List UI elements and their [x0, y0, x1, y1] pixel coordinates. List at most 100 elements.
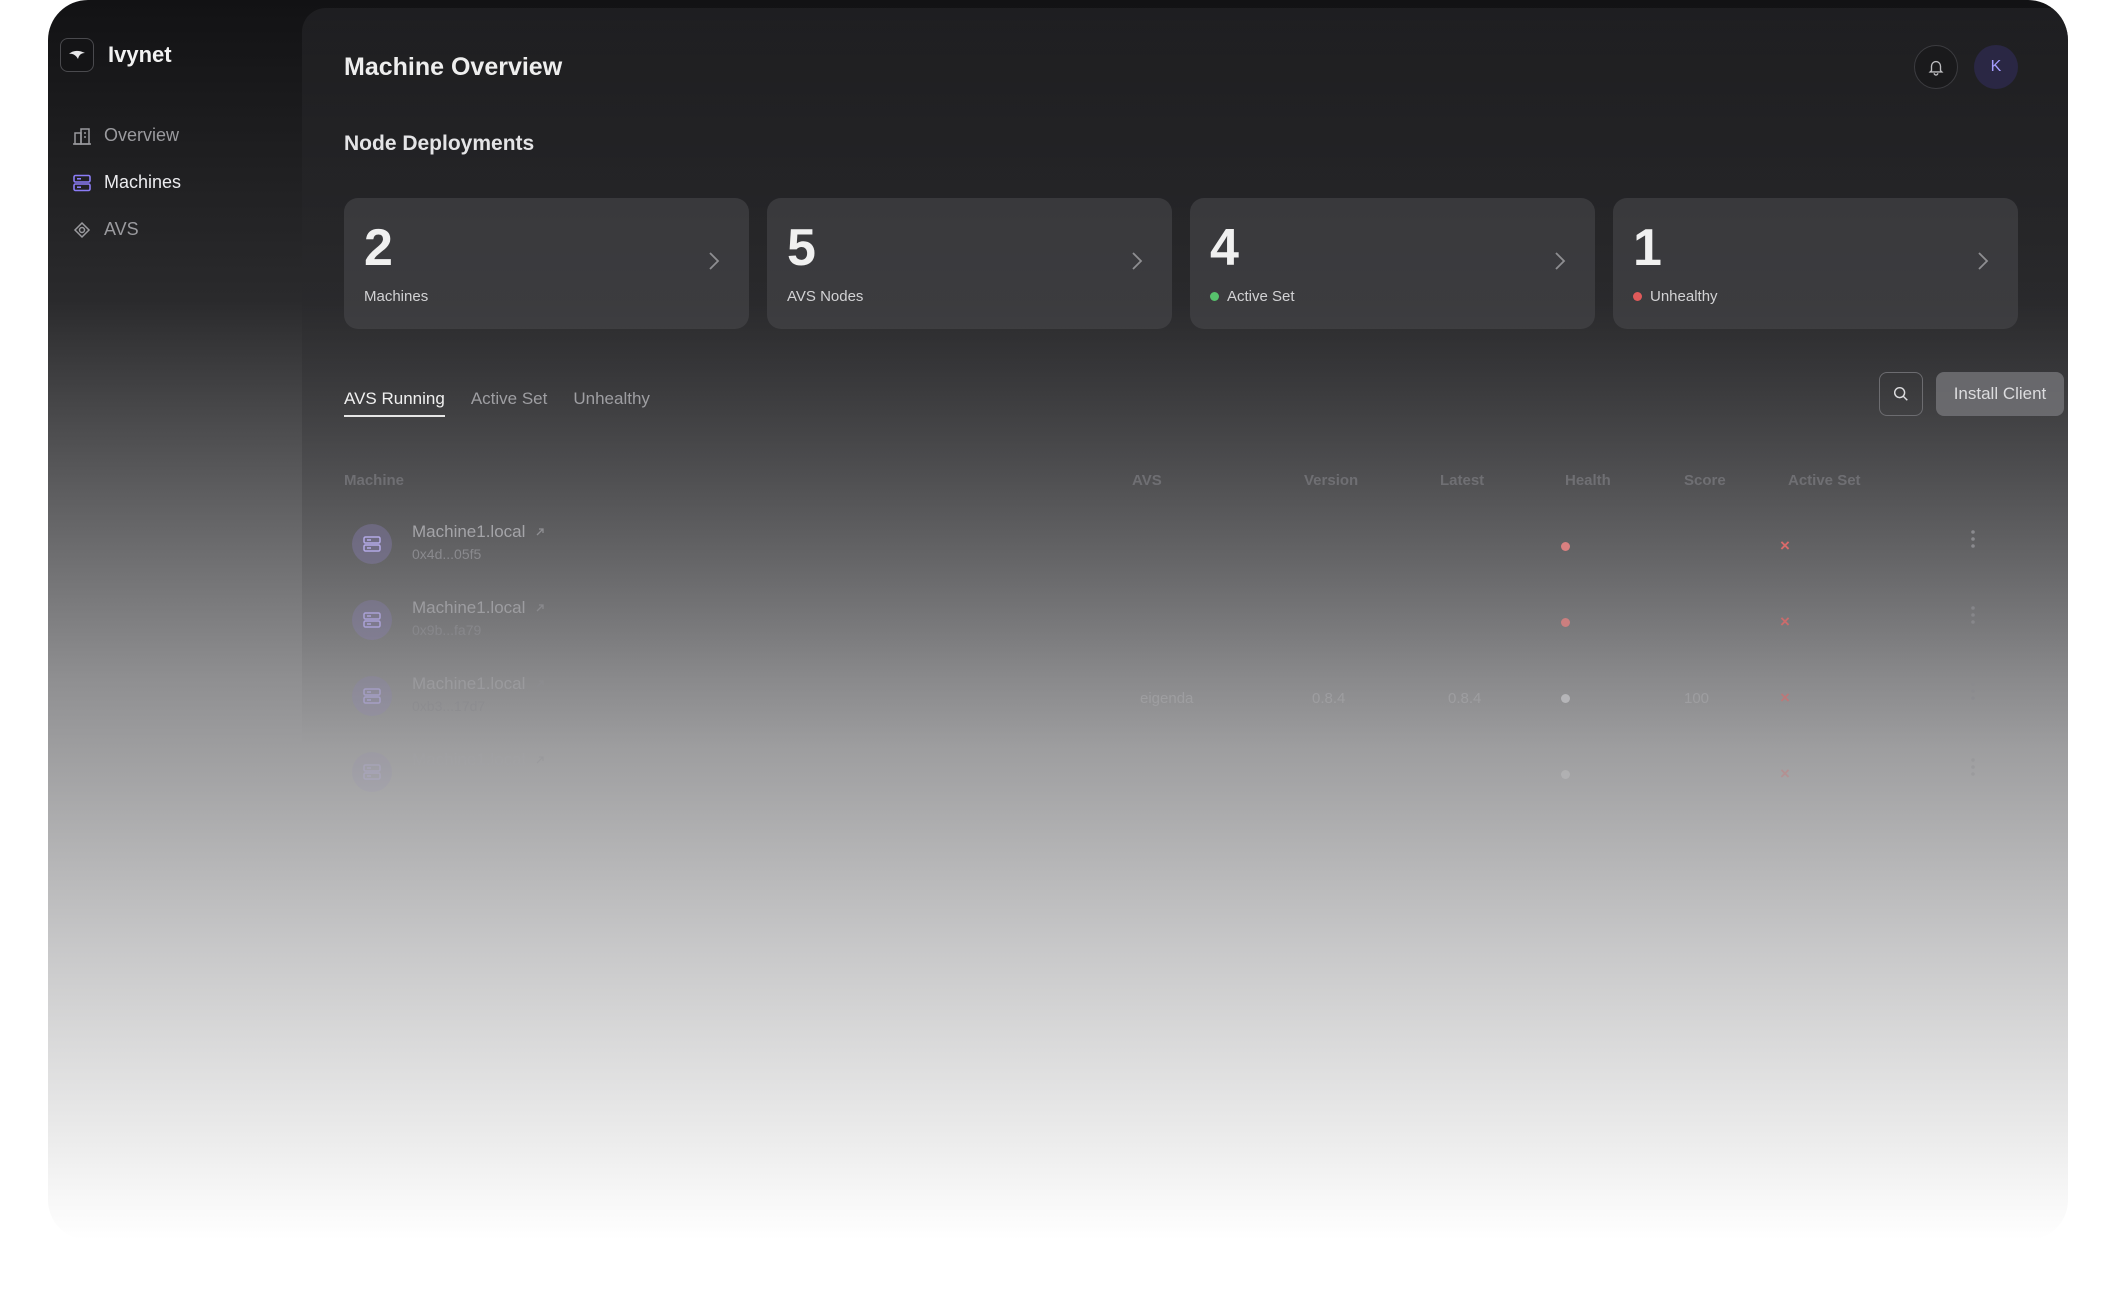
- sidebar-item-avs[interactable]: AVS: [72, 206, 282, 253]
- active-set-x-icon: ×: [1780, 536, 1790, 555]
- server-icon: [363, 764, 381, 780]
- external-link-icon: [536, 604, 545, 612]
- main-content: Machine Overview K Node Deployments 2 Ma…: [302, 8, 2068, 1240]
- chevron-right-icon: [1978, 252, 1989, 270]
- avs-icon: [73, 221, 91, 238]
- tab-unhealthy[interactable]: Unhealthy: [573, 389, 650, 417]
- stat-value: 1: [1633, 219, 1662, 277]
- sidebar-item-label: AVS: [104, 219, 139, 239]
- stat-value: 2: [364, 219, 393, 277]
- table-row[interactable]: Machine1.local 0x4d...05f5 ×: [344, 514, 2068, 590]
- more-options-icon[interactable]: [1970, 604, 1976, 626]
- stat-label-text: Machines: [364, 288, 429, 305]
- stat-label-text: Unhealthy: [1650, 288, 1718, 305]
- active-set-x-icon: ×: [1780, 764, 1790, 783]
- machine-name: Machine1.local: [412, 750, 526, 769]
- status-dot-red: [1633, 292, 1642, 301]
- stat-card-machines[interactable]: 2 Machines: [344, 198, 749, 329]
- app-window: Ivynet Overview Machines AVS Machine Ove…: [48, 0, 2068, 1240]
- bell-icon: [1928, 60, 1944, 76]
- server-icon: [363, 688, 381, 704]
- status-dot-green: [1210, 292, 1219, 301]
- active-set-x-icon: ×: [1780, 612, 1790, 631]
- machine-name: Machine1.local: [412, 522, 526, 541]
- table-row[interactable]: Machine1.local 0x9b...fa79 ×: [344, 590, 2068, 666]
- external-link-icon: [536, 528, 545, 536]
- table-row[interactable]: Machine1.local 0xb3...17d7 eigenda 0.8.4…: [344, 666, 2068, 742]
- brand[interactable]: Ivynet: [60, 38, 172, 72]
- health-status-dot: [1561, 694, 1570, 703]
- column-header-machine[interactable]: Machine: [344, 472, 404, 489]
- search-button[interactable]: [1879, 372, 1923, 416]
- stat-card-unhealthy[interactable]: 1 Unhealthy: [1613, 198, 2018, 329]
- stat-label-text: Active Set: [1227, 288, 1295, 305]
- tab-avs-running[interactable]: AVS Running: [344, 389, 445, 417]
- stats-row: 2 Machines 5 AVS Nodes 4 Active Set 1 Un…: [344, 198, 2018, 329]
- notifications-button[interactable]: [1914, 45, 1958, 89]
- health-status-dot: [1561, 770, 1570, 779]
- building-icon: [73, 127, 91, 145]
- machine-avatar: [352, 676, 392, 716]
- more-options-icon[interactable]: [1970, 756, 1976, 778]
- machine-name-link[interactable]: Machine1.local: [412, 674, 545, 694]
- column-header-score[interactable]: Score: [1684, 472, 1726, 489]
- external-link-icon: [536, 756, 545, 764]
- machine-address: 0xb3...17d7: [412, 698, 486, 714]
- column-header-version[interactable]: Version: [1304, 472, 1358, 489]
- external-link-icon: [536, 680, 545, 688]
- stat-value: 5: [787, 219, 816, 277]
- machine-name: Machine1.local: [412, 598, 526, 617]
- tabs: AVS Running Active Set Unhealthy: [344, 389, 650, 417]
- tab-active-set[interactable]: Active Set: [471, 389, 548, 417]
- stat-label: Active Set: [1210, 288, 1295, 305]
- server-icon: [73, 174, 91, 191]
- table-row[interactable]: Machine1.local ×: [344, 742, 2068, 818]
- machine-name-link[interactable]: Machine1.local: [412, 598, 545, 618]
- avatar[interactable]: K: [1974, 45, 2018, 89]
- health-status-dot: [1561, 618, 1570, 627]
- column-header-avs[interactable]: AVS: [1132, 472, 1162, 489]
- machine-avatar: [352, 524, 392, 564]
- sidebar: Ivynet Overview Machines AVS: [48, 0, 302, 1240]
- sidebar-item-overview[interactable]: Overview: [72, 112, 282, 159]
- sidebar-nav: Overview Machines AVS: [72, 112, 282, 253]
- chevron-right-icon: [709, 252, 720, 270]
- latest-cell: 0.8.4: [1448, 690, 1482, 707]
- avs-cell: eigenda: [1140, 690, 1194, 707]
- machine-avatar: [352, 600, 392, 640]
- stat-value: 4: [1210, 219, 1239, 277]
- score-cell: 100: [1684, 690, 1710, 707]
- install-client-button[interactable]: Install Client: [1936, 372, 2064, 416]
- stat-label-text: AVS Nodes: [787, 288, 864, 305]
- chevron-right-icon: [1132, 252, 1143, 270]
- ivynet-logo-icon: [60, 38, 94, 72]
- more-options-icon[interactable]: [1970, 528, 1976, 550]
- machine-address: 0x9b...fa79: [412, 622, 482, 638]
- section-title: Node Deployments: [344, 132, 535, 155]
- server-icon: [363, 536, 381, 552]
- search-icon: [1893, 386, 1908, 401]
- stat-card-avs-nodes[interactable]: 5 AVS Nodes: [767, 198, 1172, 329]
- page-title: Machine Overview: [344, 53, 563, 81]
- machine-address: 0x4d...05f5: [412, 546, 482, 562]
- health-status-dot: [1561, 542, 1570, 551]
- machine-avatar: [352, 752, 392, 792]
- machine-name-link[interactable]: Machine1.local: [412, 750, 545, 770]
- stat-label: Machines: [364, 288, 428, 305]
- server-icon: [363, 612, 381, 628]
- active-set-x-icon: ×: [1780, 688, 1790, 707]
- brand-name: Ivynet: [108, 42, 172, 67]
- version-cell: 0.8.4: [1312, 690, 1346, 707]
- machine-name-link[interactable]: Machine1.local: [412, 522, 545, 542]
- sidebar-item-label: Machines: [104, 172, 182, 192]
- sidebar-item-label: Overview: [104, 125, 180, 145]
- sidebar-item-machines[interactable]: Machines: [72, 159, 282, 206]
- stat-label: Unhealthy: [1633, 288, 1718, 305]
- column-header-health[interactable]: Health: [1565, 472, 1611, 489]
- more-options-icon[interactable]: [1970, 680, 1976, 702]
- chevron-right-icon: [1555, 252, 1566, 270]
- column-header-latest[interactable]: Latest: [1440, 472, 1484, 489]
- machine-name: Machine1.local: [412, 674, 526, 693]
- column-header-active-set[interactable]: Active Set: [1788, 472, 1861, 489]
- stat-card-active-set[interactable]: 4 Active Set: [1190, 198, 1595, 329]
